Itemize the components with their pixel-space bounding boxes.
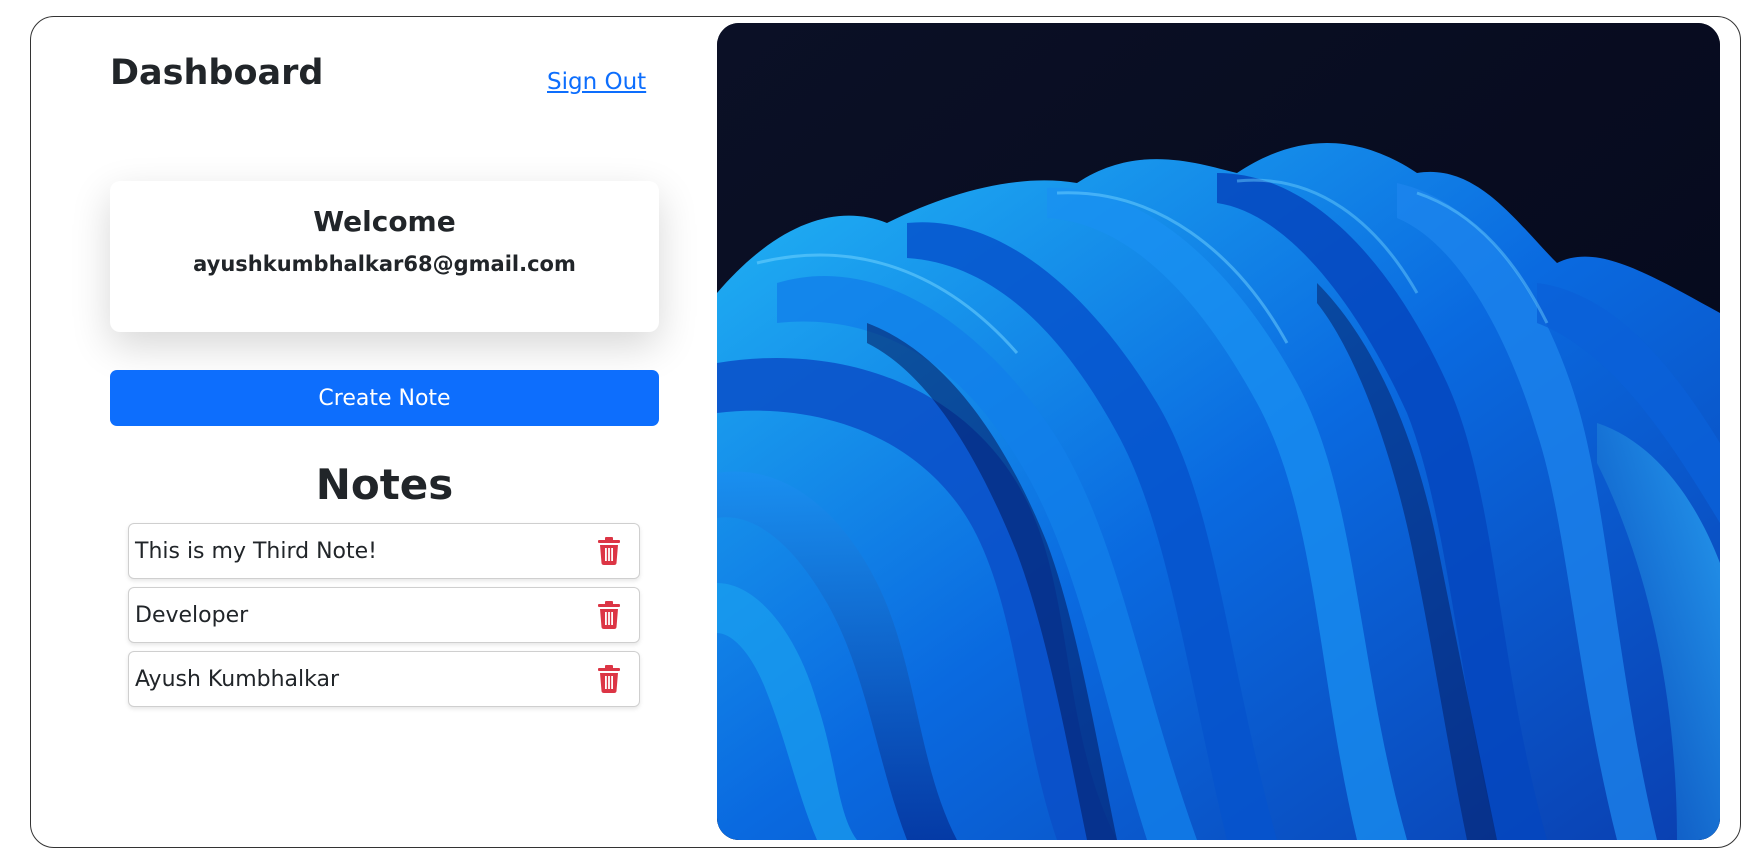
page-title: Dashboard (110, 53, 324, 93)
trash-icon[interactable] (597, 665, 621, 693)
list-item: This is my Third Note! (128, 523, 640, 579)
welcome-card: Welcome ayushkumbhalkar68@gmail.com (110, 181, 659, 332)
trash-icon[interactable] (597, 601, 621, 629)
note-text: Ayush Kumbhalkar (135, 666, 340, 692)
note-text: This is my Third Note! (135, 538, 377, 564)
user-email: ayushkumbhalkar68@gmail.com (193, 252, 576, 276)
notes-heading: Notes (315, 460, 454, 509)
hero-image (717, 23, 1720, 840)
app-frame: Dashboard Sign Out Welcome ayushkumbhalk… (30, 16, 1741, 848)
trash-icon[interactable] (597, 537, 621, 565)
welcome-title: Welcome (313, 205, 456, 238)
list-item: Developer (128, 587, 640, 643)
abstract-wave-image (717, 23, 1720, 840)
notes-list: This is my Third Note! Developer Ayush K… (128, 523, 640, 715)
list-item: Ayush Kumbhalkar (128, 651, 640, 707)
create-note-button[interactable]: Create Note (110, 370, 659, 426)
note-text: Developer (135, 602, 249, 628)
dashboard-panel: Dashboard Sign Out Welcome ayushkumbhalk… (31, 17, 721, 847)
sign-out-link[interactable]: Sign Out (547, 69, 646, 95)
